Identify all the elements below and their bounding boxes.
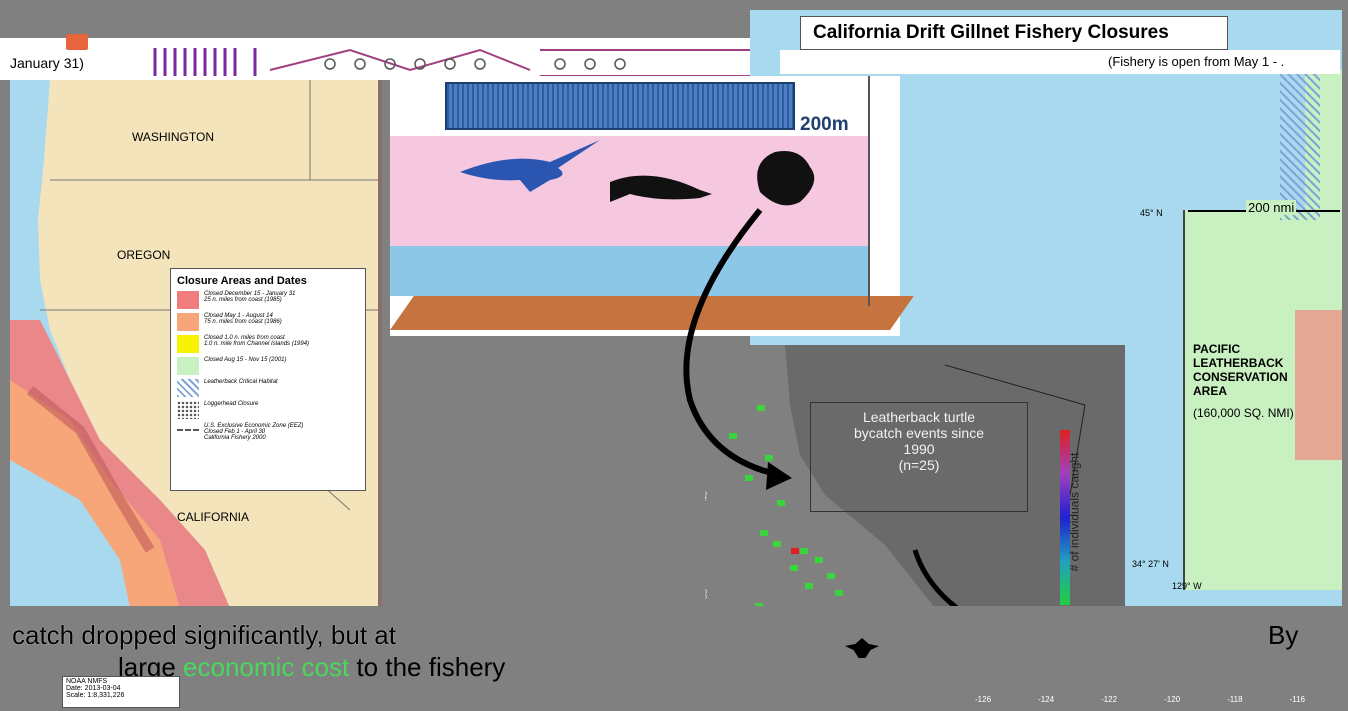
noaa-label-line: NOAA NMFS <box>66 678 108 685</box>
legend-title: Closure Areas and Dates <box>177 275 307 287</box>
noaa-label-box: NOAA NMFS Date: 2013-03-04 Scale: 1:8,33… <box>62 676 180 708</box>
legend-item: Loggerhead Closure <box>177 401 359 419</box>
state-label-washington: WASHINGTON <box>132 130 215 144</box>
flag-icon <box>66 34 88 50</box>
x-axis-ticks: -126 -124 -122 -120 -118 -116 <box>975 695 1305 709</box>
right-map-coast-hatch <box>1280 70 1320 220</box>
title-box: California Drift Gillnet Fishery Closure… <box>800 16 1228 50</box>
caption-right-fragment: By <box>1268 620 1299 650</box>
legend-item: Closed Aug 15 - Nov 15 (2001) <box>177 357 359 375</box>
gillnet <box>445 82 795 130</box>
state-label-oregon: OREGON <box>117 248 171 262</box>
legend-item: Leatherback Critical Habitat <box>177 379 359 397</box>
legend-item-label: Leatherback Critical Habitat <box>204 379 278 385</box>
x-tick-label: -116 <box>1289 695 1305 704</box>
caption-highlight: economic cost <box>183 652 350 682</box>
legend-item: Closed December 15 - January 31 25 n. mi… <box>177 291 359 309</box>
legend-item: Closed 1.0 n. miles from coast 1.0 n. mi… <box>177 335 359 353</box>
page-subtitle: (Fishery is open from May 1 - . <box>1108 54 1285 69</box>
legend-item-label: Loggerhead Closure <box>204 401 259 407</box>
noaa-label-line: Date: 2013-03-04 <box>66 685 121 692</box>
legend-swatch-line <box>177 429 199 449</box>
header-left-fragment: January 31) <box>10 55 84 71</box>
page-title: California Drift Gillnet Fishery Closure… <box>813 22 1169 43</box>
x-tick-label: -122 <box>1101 695 1118 704</box>
x-tick-label: -118 <box>1227 695 1243 704</box>
x-tick-label: -126 <box>975 695 992 704</box>
legend-item: U.S. Exclusive Economic Zone (EEZ) Close… <box>177 423 359 449</box>
legend-item-label: Closed Aug 15 - Nov 15 (2001) <box>204 357 287 363</box>
x-tick-label: -120 <box>1164 695 1181 704</box>
right-map-closure <box>1295 310 1342 460</box>
state-label-california: CALIFORNIA <box>177 510 250 524</box>
noaa-label-line: Scale: 1:8,331,226 <box>66 692 125 699</box>
net-float-line-graphic <box>153 48 761 77</box>
x-tick-label: -124 <box>1038 695 1055 704</box>
legend-swatch-dotted <box>177 401 199 419</box>
caption-line-2-suffix: to the fishery <box>349 652 506 682</box>
legend-item: Closed May 1 - August 14 75 n. miles fro… <box>177 313 359 331</box>
legend-swatch-hatched <box>177 379 199 397</box>
legend-swatch-red <box>177 291 199 309</box>
turtle-icon <box>757 151 815 206</box>
curved-arrow <box>683 208 1262 662</box>
map-left-border <box>378 80 382 608</box>
closure-legend: Closure Areas and Dates Closed December … <box>170 268 366 491</box>
legend-item-label: Closed May 1 - August 14 75 n. miles fro… <box>204 313 282 325</box>
legend-swatch-green <box>177 357 199 375</box>
legend-swatch-orange <box>177 313 199 331</box>
legend-swatch-yellow <box>177 335 199 353</box>
shark-icon <box>610 175 712 202</box>
legend-item-label: Closed December 15 - January 31 25 n. mi… <box>204 291 296 303</box>
legend-item-label: Closed 1.0 n. miles from coast 1.0 n. mi… <box>204 335 310 347</box>
swordfish-icon <box>460 140 600 192</box>
legend-item-label: U.S. Exclusive Economic Zone (EEZ) Close… <box>204 423 304 441</box>
caption-line-1: catch dropped significantly, but at <box>12 620 396 650</box>
